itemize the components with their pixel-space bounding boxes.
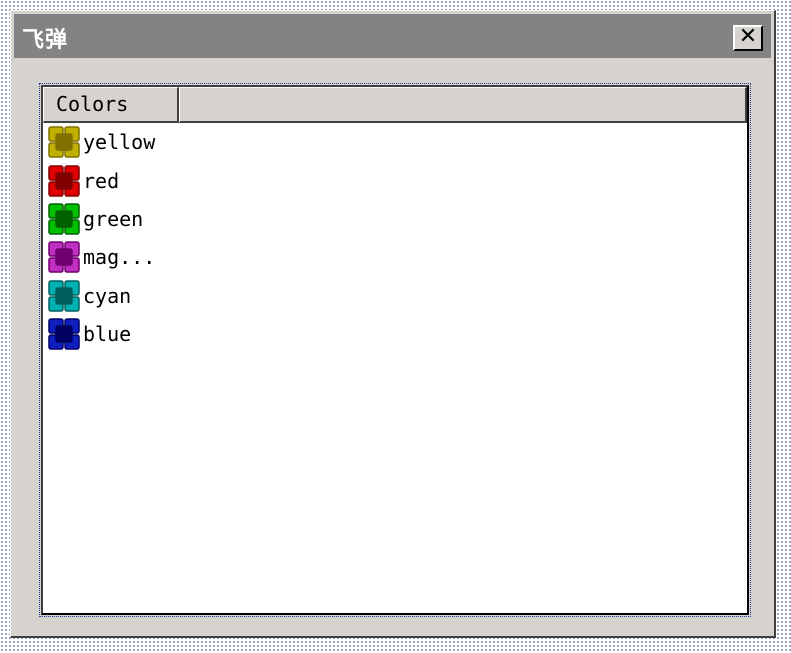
color-swatch-icon (48, 318, 80, 350)
list-items: yellow red green mag... cyan blue (47, 123, 155, 353)
list-item-label: yellow (83, 130, 156, 155)
color-swatch-icon (48, 280, 80, 312)
list-item[interactable]: red (47, 161, 155, 199)
list-item-label: red (83, 168, 120, 193)
colors-listview[interactable]: Colors yellow red green mag... cyan blue (39, 83, 751, 617)
color-swatch-icon (48, 164, 80, 197)
column-header-empty[interactable] (179, 87, 747, 123)
list-item[interactable]: cyan (47, 277, 155, 315)
color-swatch-icon (48, 241, 80, 274)
list-item-label: blue (83, 322, 132, 347)
column-header-colors[interactable]: Colors (43, 87, 179, 123)
list-item-label: mag... (83, 245, 156, 270)
color-swatch-icon (48, 126, 80, 158)
list-header: Colors (43, 87, 747, 123)
dialog-window: 飞弹 ✕ Colors yellow red green mag... cyan blue (10, 10, 776, 638)
dialog-title: 飞弹 (22, 28, 69, 53)
list-item-label: cyan (83, 283, 132, 308)
close-button[interactable]: ✕ (733, 25, 763, 51)
list-item-label: green (83, 206, 144, 231)
color-swatch-icon (48, 203, 80, 235)
title-bar[interactable]: 飞弹 ✕ (14, 14, 771, 58)
list-item[interactable]: mag... (47, 238, 155, 276)
list-item[interactable]: yellow (47, 123, 155, 161)
list-item[interactable]: blue (47, 315, 155, 353)
list-item[interactable]: green (47, 200, 155, 238)
